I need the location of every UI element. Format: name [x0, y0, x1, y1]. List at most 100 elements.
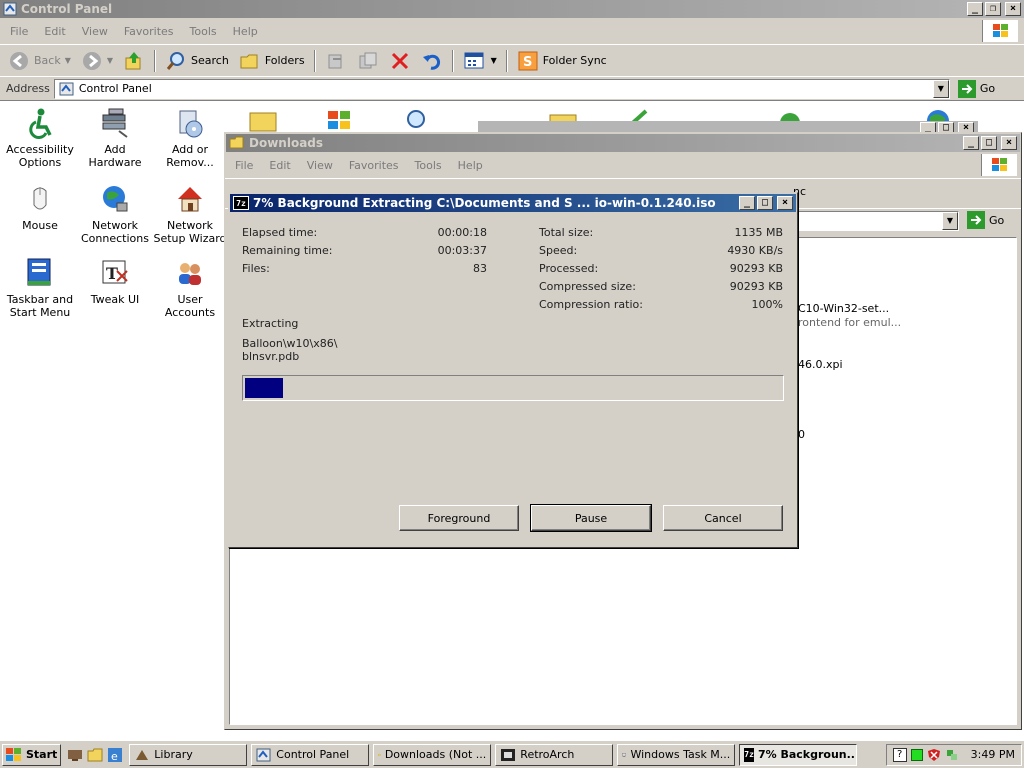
- search-icon: [407, 110, 425, 128]
- folders-button[interactable]: Folders: [235, 48, 309, 74]
- green-status-icon[interactable]: [910, 748, 923, 761]
- file-item-description: rontend for emul...: [798, 316, 902, 329]
- views-button[interactable]: ▼: [459, 48, 501, 74]
- menu-help[interactable]: Help: [227, 25, 264, 38]
- windows-logo-icon: [981, 154, 1017, 176]
- go-button[interactable]: Go: [957, 79, 995, 98]
- taskbar: Start e Library Control Panel Downloads …: [0, 740, 1024, 768]
- taskbar-7zip-extract[interactable]: 7z 7% Backgroun...: [739, 743, 858, 766]
- file-item[interactable]: 0: [798, 428, 805, 441]
- maximize-button[interactable]: □: [981, 136, 997, 150]
- speed-label: Speed:: [539, 244, 578, 257]
- add-remove-programs-item[interactable]: Add or Remov...: [152, 107, 228, 169]
- desktop-icon[interactable]: [67, 747, 83, 763]
- extraction-progress-bar: [242, 375, 784, 401]
- network-tray-icon[interactable]: [945, 748, 959, 762]
- menu-favorites[interactable]: Favorites: [118, 25, 180, 38]
- close-button[interactable]: ×: [1001, 136, 1017, 150]
- tweak-ui-item[interactable]: T Tweak UI: [77, 257, 153, 306]
- pause-button[interactable]: Pause: [530, 504, 652, 532]
- windows-update-icon: [328, 111, 350, 129]
- search-icon: [166, 51, 185, 70]
- control-panel-toolbar: Back ▼ ▼ Search Folders ▼ S Folder Sync: [0, 44, 1024, 76]
- security-shield-icon[interactable]: [927, 748, 941, 762]
- user-accounts-item[interactable]: User Accounts: [152, 257, 228, 319]
- svg-text:T: T: [106, 264, 118, 283]
- folder-icon[interactable]: [87, 747, 103, 763]
- menu-edit[interactable]: Edit: [38, 25, 71, 38]
- back-button[interactable]: Back ▼: [4, 48, 75, 74]
- menu-view[interactable]: View: [76, 25, 114, 38]
- undo-button[interactable]: [417, 48, 447, 74]
- menu-view[interactable]: View: [301, 159, 339, 172]
- taskbar-library[interactable]: Library: [129, 743, 248, 766]
- address-dropdown-button[interactable]: ▼: [942, 212, 958, 230]
- mouse-icon: [33, 187, 47, 210]
- extraction-dialog-titlebar[interactable]: 7z 7% Background Extracting C:\Documents…: [230, 194, 796, 212]
- minimize-button[interactable]: _: [967, 2, 983, 16]
- address-bar: Address Control Panel ▼ Go: [0, 76, 1024, 100]
- control-panel-title: Control Panel: [21, 2, 113, 16]
- minimize-button[interactable]: _: [739, 196, 755, 210]
- taskbar-start-menu-item[interactable]: Taskbar and Start Menu: [2, 257, 78, 319]
- folder-sync-button[interactable]: S Folder Sync: [513, 48, 611, 74]
- menu-tools[interactable]: Tools: [409, 159, 448, 172]
- chevron-down-icon[interactable]: ▼: [491, 56, 497, 65]
- add-hardware-item[interactable]: Add Hardware: [77, 107, 153, 169]
- clock: 3:49 PM: [970, 748, 1015, 761]
- chevron-down-icon[interactable]: ▼: [65, 56, 71, 65]
- close-button[interactable]: ×: [777, 196, 793, 210]
- mouse-item[interactable]: Mouse: [2, 183, 78, 232]
- internet-explorer-icon[interactable]: e: [107, 747, 123, 763]
- downloads-titlebar[interactable]: Downloads _ □ ×: [226, 134, 1020, 152]
- network-setup-wizard-item[interactable]: Network Setup Wizard: [152, 183, 228, 245]
- start-button[interactable]: Start: [2, 743, 62, 766]
- taskbar-retroarch[interactable]: RetroArch: [495, 743, 614, 766]
- taskbar-control-panel[interactable]: Control Panel: [251, 743, 370, 766]
- processed-label: Processed:: [539, 262, 599, 275]
- menu-file[interactable]: File: [229, 159, 259, 172]
- menu-file[interactable]: File: [4, 25, 34, 38]
- go-arrow-icon: [957, 79, 976, 98]
- task-manager-icon: [622, 752, 627, 757]
- current-path: Balloon\w10\x86\: [242, 337, 338, 350]
- accessibility-options-item[interactable]: Accessibility Options: [2, 107, 78, 169]
- help-icon[interactable]: ?: [892, 747, 907, 762]
- copy-to-button[interactable]: [353, 48, 383, 74]
- move-to-button[interactable]: [321, 48, 351, 74]
- menu-edit[interactable]: Edit: [263, 159, 296, 172]
- restore-button[interactable]: ❐: [985, 2, 1001, 16]
- forward-arrow-icon: [82, 51, 101, 70]
- menu-favorites[interactable]: Favorites: [343, 159, 405, 172]
- file-item[interactable]: 46.0.xpi: [798, 358, 843, 371]
- undo-icon: [422, 54, 440, 70]
- address-dropdown-button[interactable]: ▼: [932, 79, 949, 98]
- search-button[interactable]: Search: [161, 48, 233, 74]
- maximize-button[interactable]: □: [757, 196, 773, 210]
- 7zip-icon: 7z: [744, 747, 754, 762]
- network-connections-item[interactable]: Network Connections: [77, 183, 153, 245]
- chevron-down-icon[interactable]: ▼: [107, 56, 113, 65]
- menu-help[interactable]: Help: [452, 159, 489, 172]
- minimize-button[interactable]: _: [963, 136, 979, 150]
- windows-logo-icon: [982, 20, 1018, 42]
- taskbar-downloads[interactable]: Downloads (Not ...: [373, 743, 492, 766]
- foreground-button[interactable]: Foreground: [399, 505, 519, 531]
- up-folder-button[interactable]: [119, 48, 149, 74]
- progress-fill: [245, 378, 283, 398]
- taskbar-task-manager[interactable]: Windows Task M...: [617, 743, 736, 766]
- address-input[interactable]: Control Panel ▼: [53, 78, 950, 99]
- go-button[interactable]: Go: [967, 211, 1004, 229]
- file-item[interactable]: C10-Win32-set...: [798, 302, 889, 315]
- cancel-button[interactable]: Cancel: [663, 505, 783, 531]
- close-button[interactable]: ×: [1005, 2, 1021, 16]
- operation-status: Extracting: [242, 317, 299, 330]
- control-panel-titlebar[interactable]: Control Panel _ ❐ ×: [0, 0, 1024, 18]
- delete-button[interactable]: [385, 48, 415, 74]
- forward-button[interactable]: ▼: [77, 48, 117, 74]
- back-arrow-icon: [10, 51, 28, 70]
- toolbar-separator: [313, 49, 316, 72]
- accessibility-icon: [29, 108, 52, 139]
- menu-tools[interactable]: Tools: [184, 25, 223, 38]
- address-label: Address: [6, 82, 50, 95]
